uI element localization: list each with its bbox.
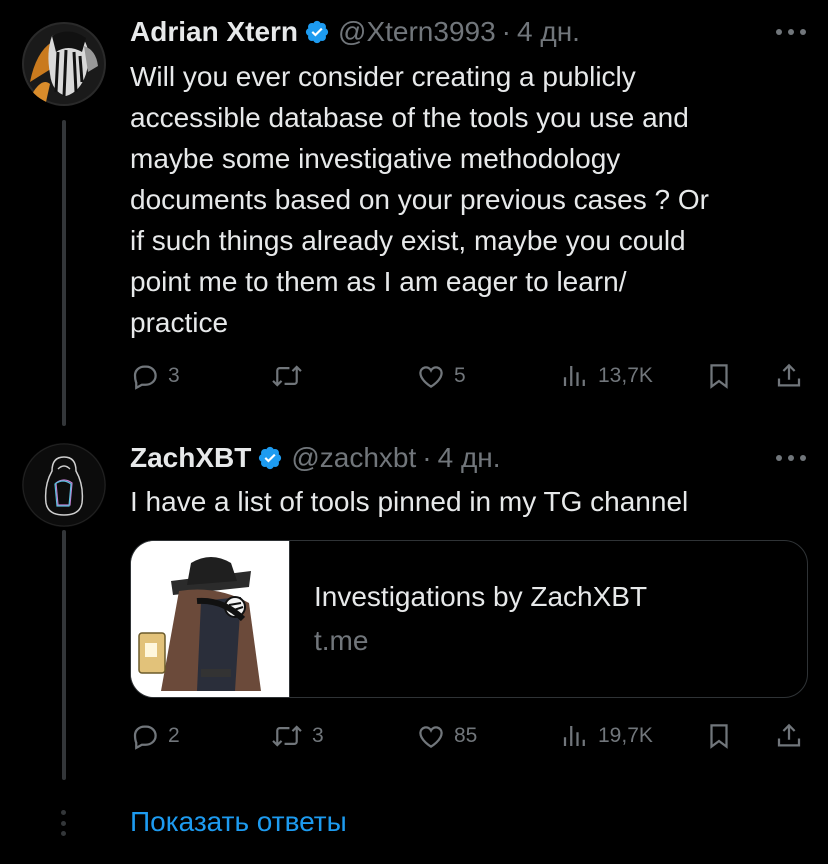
like-icon (416, 721, 446, 751)
show-replies-link[interactable]: Показать ответы (130, 806, 347, 838)
views-icon (560, 721, 590, 751)
views-button[interactable]: 19,7K (560, 716, 653, 756)
bookmark-button[interactable] (704, 716, 734, 756)
reply-button[interactable]: 3 (130, 356, 180, 396)
tweet-text: Will you ever consider creating a public… (130, 61, 709, 338)
like-count: 85 (454, 724, 478, 747)
share-button[interactable] (774, 356, 804, 396)
card-domain: t.me (314, 625, 369, 656)
tweet-actions: 2 3 85 19,7K (130, 716, 810, 756)
share-icon (774, 721, 804, 751)
more-icon[interactable] (776, 453, 806, 463)
bookmark-button[interactable] (704, 356, 734, 396)
views-count: 13,7K (598, 364, 653, 387)
repost-icon (270, 721, 304, 751)
reply-button[interactable]: 2 (130, 716, 180, 756)
share-icon (774, 361, 804, 391)
views-button[interactable]: 13,7K (560, 356, 653, 396)
reply-icon (130, 721, 160, 751)
reply-count: 2 (168, 724, 180, 747)
avatar[interactable] (22, 443, 106, 527)
author-name[interactable]: Adrian Xtern (130, 16, 298, 48)
timestamp[interactable]: 4 дн. (517, 16, 580, 48)
like-icon (416, 361, 446, 391)
avatar[interactable] (22, 22, 106, 106)
card-thumbnail (131, 541, 289, 697)
reply-count: 3 (168, 364, 180, 387)
share-button[interactable] (774, 716, 804, 756)
author-handle[interactable]: @Xtern3993 (338, 16, 496, 48)
repost-button[interactable]: 3 (270, 716, 324, 756)
bookmark-icon (704, 721, 734, 751)
like-count: 5 (454, 364, 466, 387)
repost-count: 3 (312, 724, 324, 747)
thread-line (62, 530, 66, 780)
verified-badge-icon[interactable] (304, 19, 330, 45)
card-body: Investigations by ZachXBT t.me (289, 541, 647, 697)
author-handle[interactable]: @zachxbt (291, 442, 416, 474)
link-card[interactable]: Investigations by ZachXBT t.me (130, 540, 808, 698)
repost-button[interactable] (270, 356, 312, 396)
thread-dots-icon (61, 810, 67, 836)
more-icon[interactable] (776, 27, 806, 37)
bookmark-icon (704, 361, 734, 391)
like-button[interactable]: 85 (416, 716, 477, 756)
tweet-header: ZachXBT @zachxbt · 4 дн. (130, 441, 501, 475)
author-name[interactable]: ZachXBT (130, 442, 251, 474)
separator-dot: · (501, 16, 511, 47)
reply-icon (130, 361, 160, 391)
separator-dot: · (422, 442, 432, 473)
verified-badge-icon[interactable] (257, 445, 283, 471)
views-icon (560, 361, 590, 391)
tweet-header: Adrian Xtern @Xtern3993 · 4 дн. (130, 15, 580, 49)
thread-line (62, 120, 66, 426)
like-button[interactable]: 5 (416, 356, 466, 396)
tweet-actions: 3 5 13,7K (130, 356, 810, 396)
timestamp[interactable]: 4 дн. (438, 442, 501, 474)
views-count: 19,7K (598, 724, 653, 747)
card-title: Investigations by ZachXBT (314, 581, 648, 612)
repost-icon (270, 361, 304, 391)
tweet-text: I have a list of tools pinned in my TG c… (130, 486, 689, 517)
